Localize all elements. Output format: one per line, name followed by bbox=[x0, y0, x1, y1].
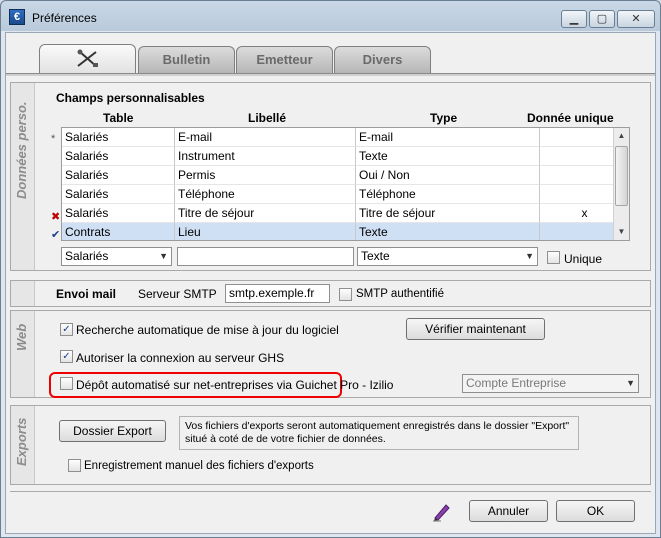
table-row[interactable]: Salariés Permis Oui / Non bbox=[62, 166, 629, 185]
app-icon: € bbox=[9, 9, 25, 25]
mail-title: Envoi mail bbox=[56, 287, 117, 301]
footer-divider bbox=[10, 491, 651, 492]
chevron-down-icon: ▼ bbox=[159, 251, 168, 261]
exports-section: Exports Dossier Export Vos fichiers d'ex… bbox=[10, 405, 651, 485]
cell-libelle[interactable]: E-mail bbox=[175, 128, 356, 147]
tools-icon bbox=[76, 49, 98, 67]
cell-type[interactable]: Texte bbox=[356, 147, 540, 166]
depot-label: Dépôt automatisé sur net-entreprises via… bbox=[76, 378, 394, 392]
dialog-body: Bulletin Emetteur Divers Données perso. … bbox=[5, 32, 656, 534]
cell-table[interactable]: Salariés bbox=[62, 204, 175, 223]
cell-libelle[interactable]: Permis bbox=[175, 166, 356, 185]
preferences-window: € Préférences ▁ ▢ ✕ Bulletin Emetteur Di… bbox=[0, 0, 661, 538]
smtp-label: Serveur SMTP bbox=[138, 287, 217, 301]
section-side-bar: Exports bbox=[11, 406, 35, 484]
chevron-down-icon: ▼ bbox=[626, 378, 635, 388]
tab-bulletin[interactable]: Bulletin bbox=[138, 46, 235, 73]
chevron-down-icon: ▼ bbox=[525, 251, 534, 261]
verify-now-button[interactable]: Vérifier maintenant bbox=[406, 318, 545, 340]
minimize-button[interactable]: ▁ bbox=[561, 10, 587, 28]
smtp-server-input[interactable]: smtp.exemple.fr bbox=[225, 284, 330, 303]
section-side-bar bbox=[11, 281, 35, 306]
cell-libelle[interactable]: Titre de séjour bbox=[175, 204, 356, 223]
unique-checkbox[interactable] bbox=[547, 251, 560, 264]
validate-check-icon[interactable]: ✔ bbox=[51, 228, 60, 241]
delete-cross-icon[interactable]: ✖ bbox=[51, 210, 60, 223]
tab-divers[interactable]: Divers bbox=[334, 46, 431, 73]
table-row[interactable]: Salariés Instrument Texte bbox=[62, 147, 629, 166]
cell-type[interactable]: Oui / Non bbox=[356, 166, 540, 185]
column-header-type[interactable]: Type bbox=[430, 111, 457, 125]
cell-type[interactable]: Titre de séjour bbox=[356, 204, 540, 223]
export-info-note: Vos fichiers d'exports seront automatiqu… bbox=[179, 416, 579, 450]
table-row[interactable]: Salariés Téléphone Téléphone bbox=[62, 185, 629, 204]
account-select-value: Compte Entreprise bbox=[466, 376, 567, 390]
cell-table[interactable]: Salariés bbox=[62, 128, 175, 147]
tab-strip bbox=[6, 73, 655, 76]
table-row-selected[interactable]: Contrats Lieu Texte bbox=[62, 223, 629, 240]
table-row[interactable]: Salariés E-mail E-mail bbox=[62, 128, 629, 147]
cell-table[interactable]: Salariés bbox=[62, 166, 175, 185]
smtp-auth-checkbox[interactable] bbox=[339, 288, 352, 301]
scroll-down-icon[interactable]: ▼ bbox=[614, 224, 629, 240]
cell-libelle[interactable]: Téléphone bbox=[175, 185, 356, 204]
grid-scrollbar[interactable]: ▲ ▼ bbox=[613, 128, 629, 240]
auto-update-checkbox[interactable]: ✓ bbox=[60, 323, 73, 336]
scroll-up-icon[interactable]: ▲ bbox=[614, 128, 629, 144]
mail-section: Envoi mail Serveur SMTP smtp.exemple.fr … bbox=[10, 280, 651, 307]
export-folder-button[interactable]: Dossier Export bbox=[59, 420, 166, 442]
type-select[interactable]: Texte ▼ bbox=[357, 247, 538, 266]
pencil-icon[interactable] bbox=[431, 502, 451, 522]
section-side-label: Données perso. bbox=[14, 101, 29, 199]
section-side-label: Exports bbox=[14, 417, 29, 466]
column-header-libelle[interactable]: Libellé bbox=[248, 111, 286, 125]
maximize-button[interactable]: ▢ bbox=[589, 10, 615, 28]
column-header-unique[interactable]: Donnée unique bbox=[527, 111, 614, 125]
title-bar: € Préférences ▁ ▢ ✕ bbox=[1, 1, 660, 33]
table-row[interactable]: Salariés Titre de séjour Titre de séjour… bbox=[62, 204, 629, 223]
cell-type[interactable]: E-mail bbox=[356, 128, 540, 147]
cell-type[interactable]: Téléphone bbox=[356, 185, 540, 204]
cell-table[interactable]: Salariés bbox=[62, 185, 175, 204]
scroll-thumb[interactable] bbox=[615, 146, 628, 206]
manual-export-checkbox[interactable] bbox=[68, 459, 81, 472]
web-section: Web ✓ Recherche automatique de mise à jo… bbox=[10, 310, 651, 398]
depot-checkbox[interactable] bbox=[60, 377, 73, 390]
column-header-table[interactable]: Table bbox=[103, 111, 133, 125]
table-select-value: Salariés bbox=[65, 249, 109, 263]
tab-general[interactable] bbox=[39, 44, 136, 73]
account-select[interactable]: Compte Entreprise ▼ bbox=[462, 374, 639, 393]
ghs-connection-label: Autoriser la connexion au serveur GHS bbox=[76, 351, 285, 365]
window-title: Préférences bbox=[32, 11, 97, 25]
close-button[interactable]: ✕ bbox=[617, 10, 655, 28]
section-side-label: Web bbox=[14, 323, 29, 351]
cell-libelle[interactable]: Instrument bbox=[175, 147, 356, 166]
unique-label: Unique bbox=[564, 252, 603, 266]
custom-fields-title: Champs personnalisables bbox=[56, 91, 205, 105]
custom-fields-section: Données perso. Champs personnalisables T… bbox=[10, 82, 651, 271]
section-side-bar: Web bbox=[11, 311, 35, 397]
libelle-input[interactable] bbox=[177, 247, 354, 266]
smtp-auth-label: SMTP authentifié bbox=[356, 288, 445, 300]
manual-export-label: Enregistrement manuel des fichiers d'exp… bbox=[84, 460, 314, 472]
table-select[interactable]: Salariés ▼ bbox=[61, 247, 172, 266]
current-row-marker-icon: * bbox=[51, 133, 56, 145]
cancel-button[interactable]: Annuler bbox=[469, 500, 548, 522]
tab-emetteur[interactable]: Emetteur bbox=[236, 46, 333, 73]
auto-update-label: Recherche automatique de mise à jour du … bbox=[76, 323, 339, 337]
ghs-connection-checkbox[interactable]: ✓ bbox=[60, 350, 73, 363]
type-select-value: Texte bbox=[361, 249, 390, 263]
cell-type[interactable]: Texte bbox=[356, 223, 540, 240]
cell-table[interactable]: Salariés bbox=[62, 147, 175, 166]
cell-table[interactable]: Contrats bbox=[62, 223, 175, 240]
custom-fields-grid[interactable]: Salariés E-mail E-mail Salariés Instrume… bbox=[61, 127, 630, 241]
ok-button[interactable]: OK bbox=[556, 500, 635, 522]
cell-libelle[interactable]: Lieu bbox=[175, 223, 356, 240]
section-side-bar: Données perso. bbox=[11, 83, 35, 270]
